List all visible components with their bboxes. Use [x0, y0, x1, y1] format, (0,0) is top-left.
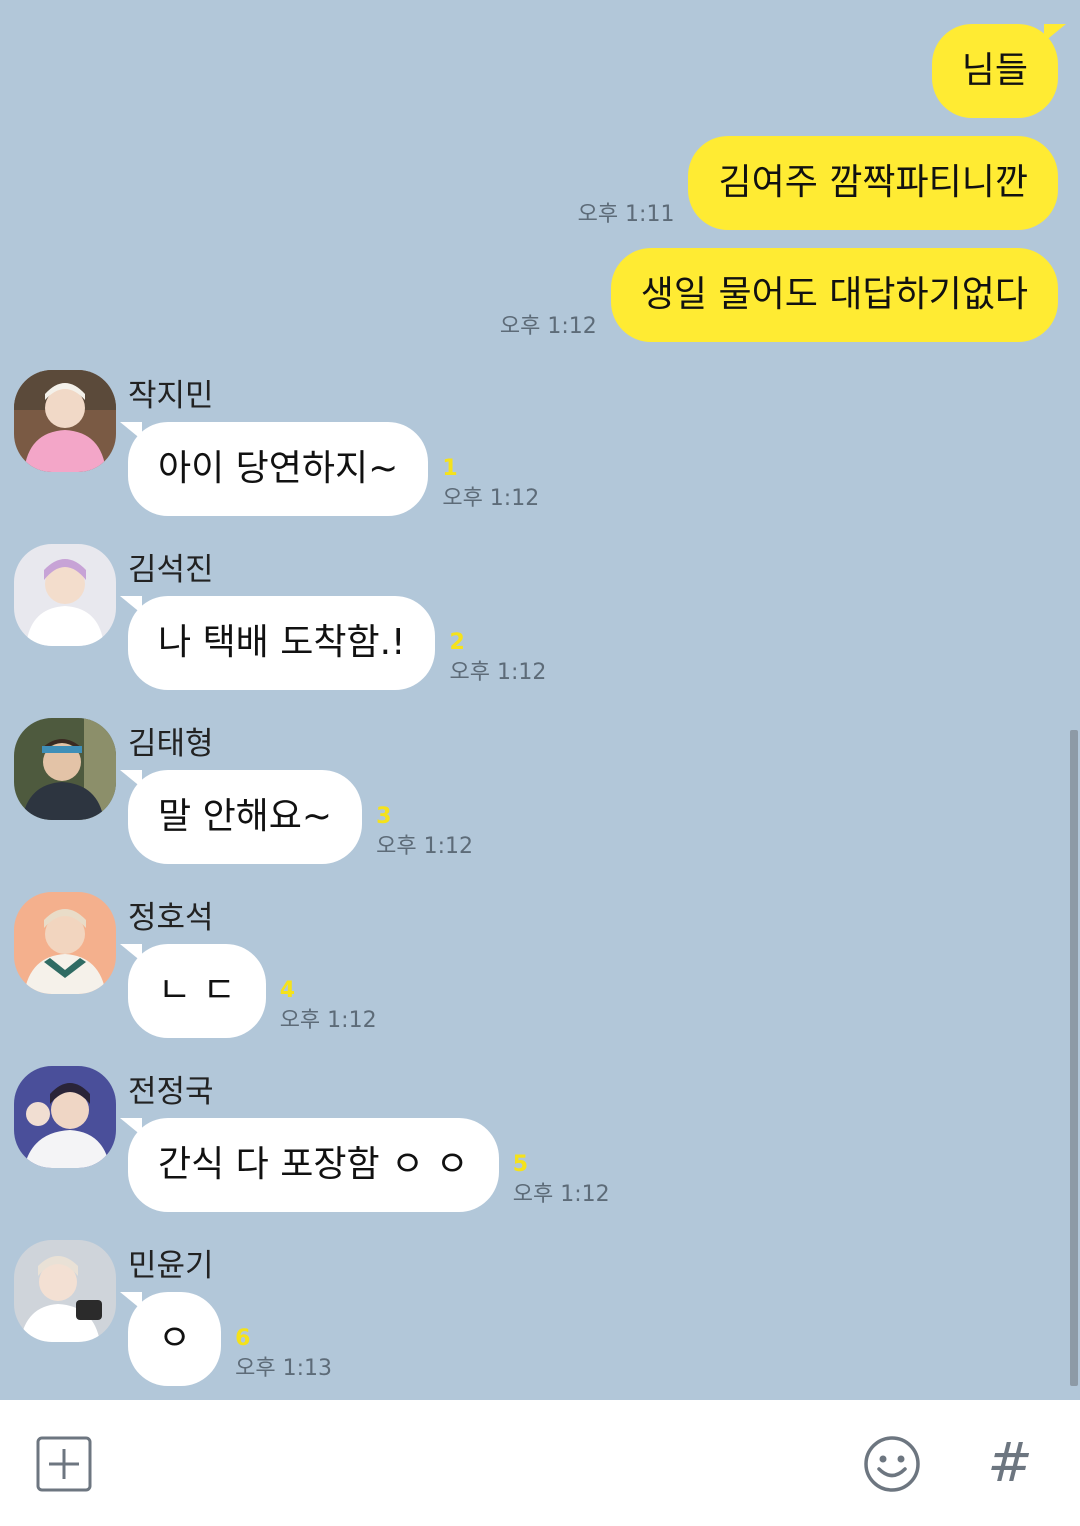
avatar[interactable]: [14, 1240, 116, 1342]
unread-count: 5: [512, 1152, 529, 1177]
chat-screen: 님들 오후 1:11 김여주 깜짝파티니깐 오후 1:12 생일 물어도 대답하…: [0, 0, 1080, 1526]
message-bubble[interactable]: 말 안해요~: [119, 770, 363, 864]
message-row: ㄴ ㄷ 4 오후 1:12: [120, 944, 377, 1038]
incoming-message: 전정국 간식 다 포장함 ㅇ ㅇ 5 오후 1:12: [14, 1066, 914, 1226]
avatar[interactable]: [14, 544, 116, 646]
message-time: 오후 1:12: [449, 660, 547, 685]
avatar[interactable]: [14, 718, 116, 820]
incoming-message: 정호석 ㄴ ㄷ 4 오후 1:12: [14, 892, 914, 1052]
message-row: 나 택배 도착함.! 2 오후 1:12: [119, 596, 546, 690]
avatar[interactable]: [14, 1066, 116, 1168]
unread-count: 2: [449, 630, 465, 655]
message-meta: 4 오후 1:12: [280, 976, 377, 1036]
sender-name: 민윤기: [128, 1248, 214, 1284]
avatar[interactable]: [14, 370, 116, 472]
message-row: 말 안해요~ 3 오후 1:12: [119, 770, 473, 864]
message-time: 오후 1:12: [279, 1008, 377, 1033]
message-time: 오후 1:13: [235, 1356, 333, 1381]
message-bubble[interactable]: 아이 당연하지~: [119, 422, 429, 516]
message-row: ㅇ 6 오후 1:13: [119, 1292, 332, 1386]
incoming-message: 김석진 나 택배 도착함.! 2 오후 1:12: [14, 544, 914, 704]
unread-count: 6: [235, 1326, 251, 1351]
message-time: 오후 1:12: [499, 314, 597, 339]
message-time: 오후 1:12: [442, 486, 540, 511]
message-meta: 3 오후 1:12: [376, 802, 473, 862]
unread-count: 3: [376, 804, 392, 829]
unread-count: 4: [279, 978, 295, 1003]
message-bubble[interactable]: ㄴ ㄷ: [120, 944, 266, 1038]
sender-name: 김태형: [128, 726, 214, 762]
message-bubble[interactable]: 나 택배 도착함.!: [119, 596, 436, 690]
my-message-bubble[interactable]: 생일 물어도 대답하기없다: [610, 248, 1058, 342]
message-time: 오후 1:12: [512, 1182, 610, 1207]
scrollbar[interactable]: [1070, 730, 1078, 1386]
sender-name: 정호석: [128, 900, 214, 936]
emoji-icon: [864, 1436, 920, 1492]
message-time: 오후 1:11: [577, 202, 675, 227]
message-time: 오후 1:12: [376, 834, 473, 859]
my-message-bubble[interactable]: 님들: [931, 24, 1067, 118]
incoming-message: 민윤기 ㅇ 6 오후 1:13: [14, 1240, 914, 1400]
plus-button[interactable]: [36, 1436, 92, 1492]
emoji-button[interactable]: [862, 1434, 922, 1494]
message-bubble[interactable]: 간식 다 포장함 ㅇ ㅇ: [120, 1118, 499, 1212]
outgoing-message: 오후 1:12 생일 물어도 대답하기없다: [500, 248, 1058, 342]
hashtag-button[interactable]: #: [980, 1430, 1040, 1496]
message-meta: 1 오후 1:12: [442, 454, 539, 514]
avatar[interactable]: [14, 892, 116, 994]
incoming-message: 작지민 아이 당연하지~ 1 오후 1:12: [14, 370, 914, 530]
message-row: 간식 다 포장함 ㅇ ㅇ 5 오후 1:12: [120, 1118, 610, 1212]
hashtag-icon: #: [987, 1431, 1033, 1494]
input-bar: #: [0, 1400, 1080, 1526]
sender-name: 전정국: [128, 1074, 214, 1110]
outgoing-message: 님들: [931, 24, 1067, 118]
sender-name: 작지민: [128, 378, 214, 414]
message-bubble[interactable]: ㅇ: [119, 1292, 222, 1386]
message-list[interactable]: 님들 오후 1:11 김여주 깜짝파티니깐 오후 1:12 생일 물어도 대답하…: [0, 0, 1080, 1400]
outgoing-message: 오후 1:11 김여주 깜짝파티니깐: [578, 136, 1058, 230]
unread-count: 1: [442, 456, 458, 481]
my-message-bubble[interactable]: 김여주 깜짝파티니깐: [688, 136, 1058, 230]
message-meta: 6 오후 1:13: [235, 1324, 332, 1384]
message-row: 아이 당연하지~ 1 오후 1:12: [119, 422, 539, 516]
message-meta: 5 오후 1:12: [513, 1150, 610, 1210]
message-meta: 2 오후 1:12: [449, 628, 546, 688]
sender-name: 김석진: [128, 552, 214, 588]
plus-icon: [36, 1436, 92, 1492]
incoming-message: 김태형 말 안해요~ 3 오후 1:12: [14, 718, 914, 878]
